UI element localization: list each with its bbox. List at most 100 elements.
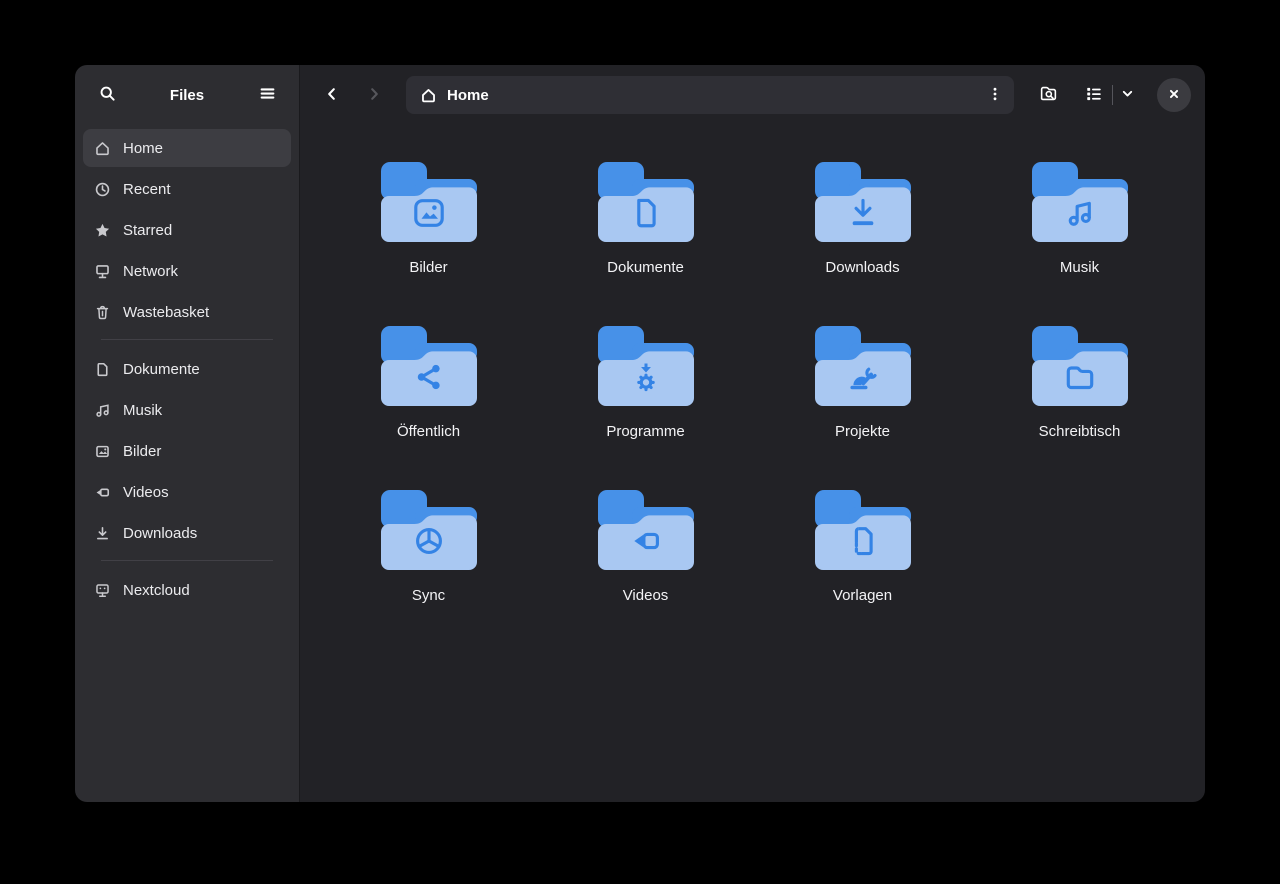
folder-emblem-icon <box>1062 359 1098 395</box>
close-button[interactable] <box>1157 78 1191 112</box>
search-button[interactable] <box>89 77 125 113</box>
video-emblem-icon <box>628 523 664 559</box>
sidebar: Files Home Recent Starred Network Wastebaske… <box>75 65 300 802</box>
folder-label: Dokumente <box>607 259 684 276</box>
sidebar-item-videos[interactable]: Videos <box>83 473 291 511</box>
sidebar-item-network[interactable]: Network <box>83 252 291 290</box>
document-icon <box>93 360 111 378</box>
folder-musik[interactable]: Musik <box>971 162 1188 276</box>
sidebar-item-label: Recent <box>123 181 171 198</box>
folder-icon <box>598 326 694 410</box>
sidebar-item-label: Dokumente <box>123 361 200 378</box>
sidebar-separator <box>101 339 273 340</box>
sidebar-item-label: Wastebasket <box>123 304 209 321</box>
hamburger-icon <box>259 85 276 105</box>
folder-label: Downloads <box>825 259 899 276</box>
path-bar[interactable]: Home <box>406 76 1014 114</box>
template-emblem-icon <box>845 523 881 559</box>
folder-label: Bilder <box>409 259 447 276</box>
video-icon <box>93 483 111 501</box>
kebab-icon <box>987 86 1003 105</box>
search-location-button[interactable] <box>1030 77 1066 113</box>
folder-icon <box>598 162 694 246</box>
sidebar-item-label: Bilder <box>123 443 161 460</box>
sidebar-header: Files <box>75 65 299 125</box>
image-emblem-icon <box>411 195 447 231</box>
sidebar-item-downloads[interactable]: Downloads <box>83 514 291 552</box>
sidebar-item-home[interactable]: Home <box>83 129 291 167</box>
sidebar-item-starred[interactable]: Starred <box>83 211 291 249</box>
headerbar: Home <box>300 65 1205 125</box>
sidebar-item-wastebasket[interactable]: Wastebasket <box>83 293 291 331</box>
download-icon <box>93 524 111 542</box>
folder-label: Videos <box>623 587 669 604</box>
folder-label: Projekte <box>835 423 890 440</box>
folder-programme[interactable]: Programme <box>537 326 754 440</box>
image-icon <box>93 442 111 460</box>
folder-icon <box>598 490 694 574</box>
folder-dokumente[interactable]: Dokumente <box>537 162 754 276</box>
folder-videos[interactable]: Videos <box>537 490 754 604</box>
folder-bilder[interactable]: Bilder <box>320 162 537 276</box>
list-view-button[interactable] <box>1076 77 1112 113</box>
back-button[interactable] <box>314 77 350 113</box>
folder-icon <box>815 162 911 246</box>
folder-icon <box>815 490 911 574</box>
sidebar-list: Home Recent Starred Network Wastebasket Dokum… <box>75 125 299 612</box>
folder-vorlagen[interactable]: Vorlagen <box>754 490 971 604</box>
clock-icon <box>93 180 111 198</box>
view-switcher <box>1076 77 1141 113</box>
path-menu-button[interactable] <box>976 76 1014 114</box>
sidebar-item-bilder[interactable]: Bilder <box>83 432 291 470</box>
home-icon <box>420 87 437 104</box>
app-title: Files <box>170 87 204 104</box>
download-emblem-icon <box>845 195 881 231</box>
folder-downloads[interactable]: Downloads <box>754 162 971 276</box>
path-location: Home <box>447 87 976 104</box>
sidebar-item-musik[interactable]: Musik <box>83 391 291 429</box>
back-icon <box>324 86 340 105</box>
folder-label: Öffentlich <box>397 423 460 440</box>
music-emblem-icon <box>1062 195 1098 231</box>
folder-projekte[interactable]: Projekte <box>754 326 971 440</box>
trash-icon <box>93 303 111 321</box>
folder-label: Programme <box>606 423 684 440</box>
folder-sync[interactable]: Sync <box>320 490 537 604</box>
network-icon <box>93 262 111 280</box>
chevron-down-icon <box>1120 86 1135 104</box>
files-window: Files Home Recent Starred Network Wastebaske… <box>75 65 1205 802</box>
sidebar-item-label: Nextcloud <box>123 582 190 599</box>
folder-icon <box>381 326 477 410</box>
server-icon <box>93 581 111 599</box>
sidebar-item-recent[interactable]: Recent <box>83 170 291 208</box>
file-grid: Bilder Dokumente Downloads Musik Öffentlich P… <box>300 125 1205 604</box>
folder-label: Vorlagen <box>833 587 892 604</box>
folder-icon <box>1032 326 1128 410</box>
forward-button[interactable] <box>356 77 392 113</box>
sidebar-separator <box>101 560 273 561</box>
folder-icon <box>1032 162 1128 246</box>
star-icon <box>93 221 111 239</box>
forward-icon <box>366 86 382 105</box>
sidebar-item-label: Downloads <box>123 525 197 542</box>
folder-icon <box>381 490 477 574</box>
music-icon <box>93 401 111 419</box>
tools-emblem-icon <box>845 359 881 395</box>
view-options-button[interactable] <box>1113 77 1141 113</box>
sidebar-item-label: Home <box>123 140 163 157</box>
list-view-icon <box>1085 85 1103 106</box>
sidebar-item-label: Videos <box>123 484 169 501</box>
folder-label: Musik <box>1060 259 1099 276</box>
folder-label: Sync <box>412 587 445 604</box>
search-icon <box>99 85 116 105</box>
content-pane: Home <box>300 65 1205 802</box>
sidebar-item-dokumente[interactable]: Dokumente <box>83 350 291 388</box>
sidebar-item-label: Musik <box>123 402 162 419</box>
folder-offentlich[interactable]: Öffentlich <box>320 326 537 440</box>
sidebar-item-nextcloud[interactable]: Nextcloud <box>83 571 291 609</box>
home-icon <box>93 139 111 157</box>
folder-schreibtisch[interactable]: Schreibtisch <box>971 326 1188 440</box>
sidebar-item-label: Network <box>123 263 178 280</box>
main-menu-button[interactable] <box>249 77 285 113</box>
folder-icon <box>815 326 911 410</box>
